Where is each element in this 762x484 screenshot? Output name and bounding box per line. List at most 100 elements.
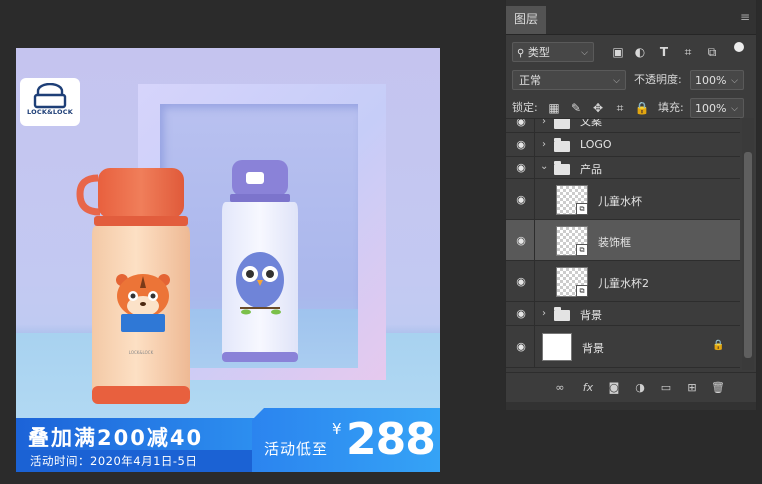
layer-name: LOGO: [580, 138, 612, 151]
layer-row-background-group[interactable]: ◉ › 背景: [506, 302, 740, 326]
layer-name: 儿童水杯: [598, 195, 642, 208]
purple-owl-bottle: [222, 160, 298, 362]
layer-name: 背景: [582, 342, 604, 355]
chevron-down-icon: ⌵: [613, 76, 620, 86]
promo-price: 288: [346, 414, 436, 465]
chevron-down-icon[interactable]: ⌄: [540, 161, 548, 172]
filter-adjustment-icon[interactable]: ◐: [632, 44, 648, 60]
layers-panel: 图层 ≡ ⚲ 类型 ⌵ ▣ ◐ T ⌗ ⧉ 正常 ⌵ 不透明度: 100% ⌵ …: [505, 0, 757, 410]
filter-text-icon[interactable]: T: [656, 44, 672, 60]
lock-row: 锁定: ▦ ✎ ✥ ⌗ 🔒 填充: 100% ⌵: [506, 96, 756, 120]
layer-row-kids-cup-2[interactable]: ◉ ⧉ 儿童水杯2: [506, 261, 740, 302]
filter-shape-icon[interactable]: ⌗: [680, 44, 696, 60]
folder-icon: [554, 119, 570, 129]
opacity-label: 不透明度:: [634, 73, 682, 86]
row-divider: [534, 326, 535, 367]
currency-symbol: ¥: [332, 420, 342, 438]
lock-transparent-icon[interactable]: ▦: [546, 100, 562, 116]
row-divider: [534, 119, 535, 132]
opacity-value: 100%: [695, 74, 727, 87]
chevron-down-icon: ⌵: [581, 48, 588, 58]
new-group-icon[interactable]: ▭: [658, 380, 674, 396]
filter-kind-value: 类型: [527, 46, 550, 59]
lock-logo-icon: [33, 83, 67, 109]
visibility-eye-icon[interactable]: ◉: [514, 275, 528, 289]
layer-name: 装饰框: [598, 236, 631, 249]
layer-thumbnail: ⧉: [556, 226, 588, 256]
lock-move-icon[interactable]: ✥: [590, 100, 606, 116]
row-divider: [534, 220, 535, 260]
visibility-eye-icon[interactable]: ◉: [514, 119, 528, 129]
fill-value: 100%: [695, 102, 727, 115]
smart-object-icon: ⧉: [576, 244, 588, 256]
layer-thumbnail: ⧉: [556, 185, 588, 215]
visibility-eye-icon[interactable]: ◉: [514, 193, 528, 207]
layer-name: 文案: [580, 118, 602, 128]
fx-icon[interactable]: fx: [580, 380, 596, 396]
promo-price-tag: 活动低至 ¥ 288: [252, 408, 440, 472]
layer-name: 儿童水杯2: [598, 277, 649, 290]
design-canvas[interactable]: LOCK&LOCK LOCK&LOCK 叠加满200减40 活动时间：2020年…: [16, 48, 440, 472]
brand-name: LOCK&LOCK: [27, 108, 73, 116]
row-divider: [534, 302, 535, 325]
layer-name: 背景: [580, 309, 602, 322]
layer-filter-row: ⚲ 类型 ⌵ ▣ ◐ T ⌗ ⧉: [506, 40, 756, 64]
lock-label: 锁定:: [512, 101, 538, 114]
tab-layers[interactable]: 图层: [506, 6, 546, 34]
lock-artboard-icon[interactable]: ⌗: [612, 100, 628, 116]
filter-toggle-icon[interactable]: [734, 42, 744, 52]
row-divider: [534, 133, 535, 156]
orange-thermos-bottle: LOCK&LOCK: [76, 168, 190, 404]
chevron-down-icon: ⌵: [731, 104, 738, 114]
bottle-brand-text: LOCK&LOCK: [129, 350, 154, 355]
visibility-eye-icon[interactable]: ◉: [514, 307, 528, 321]
layer-row-copy[interactable]: ◉ › 文案: [506, 118, 740, 133]
filter-pixel-icon[interactable]: ▣: [610, 44, 626, 60]
row-divider: [534, 261, 535, 301]
chevron-right-icon[interactable]: ›: [542, 119, 546, 127]
opacity-field[interactable]: 100% ⌵: [690, 70, 744, 90]
layer-thumbnail: [542, 333, 572, 361]
panel-header: 图层 ≡: [506, 0, 756, 35]
blend-mode-value: 正常: [519, 74, 541, 87]
add-mask-icon[interactable]: ◙: [606, 380, 622, 396]
row-divider: [534, 179, 535, 219]
promo-strip-left: 叠加满200减40 活动时间：2020年4月1日-5日: [16, 418, 256, 472]
visibility-eye-icon[interactable]: ◉: [514, 340, 528, 354]
panel-footer: ∞ fx ◙ ◑ ▭ ⊞ 🗑: [506, 372, 756, 403]
visibility-eye-icon[interactable]: ◉: [514, 234, 528, 248]
lock-paint-icon[interactable]: ✎: [568, 100, 584, 116]
chevron-right-icon[interactable]: ›: [542, 308, 546, 319]
visibility-eye-icon[interactable]: ◉: [514, 138, 528, 152]
panel-menu-icon[interactable]: ≡: [740, 11, 750, 23]
layer-row-decor-frame[interactable]: ◉ ⧉ 装饰框: [506, 220, 740, 261]
promo-subtitle: 活动时间：2020年4月1日-5日: [30, 454, 198, 468]
lock-icon: 🔒: [712, 340, 725, 351]
link-layers-icon[interactable]: ∞: [552, 380, 568, 396]
layer-name: 产品: [580, 163, 602, 176]
visibility-eye-icon[interactable]: ◉: [514, 161, 528, 175]
new-layer-icon[interactable]: ⊞: [684, 380, 700, 396]
chevron-down-icon: ⌵: [731, 76, 738, 86]
delete-layer-icon[interactable]: 🗑: [710, 380, 726, 396]
filter-smart-object-icon[interactable]: ⧉: [704, 44, 720, 60]
scrollbar-thumb[interactable]: [744, 152, 752, 358]
brand-logo: LOCK&LOCK: [20, 78, 80, 126]
promo-subtitle-bar: 活动时间：2020年4月1日-5日: [16, 450, 254, 472]
layer-thumbnail: ⧉: [556, 267, 588, 297]
filter-kind-dropdown[interactable]: ⚲ 类型 ⌵: [512, 42, 594, 62]
chevron-right-icon[interactable]: ›: [542, 139, 546, 150]
layer-row-kids-cup[interactable]: ◉ ⧉ 儿童水杯: [506, 179, 740, 220]
lock-all-icon[interactable]: 🔒: [634, 100, 650, 116]
folder-icon: [554, 161, 570, 175]
blend-row: 正常 ⌵ 不透明度: 100% ⌵: [506, 68, 756, 92]
adjustment-layer-icon[interactable]: ◑: [632, 380, 648, 396]
folder-icon: [554, 138, 570, 152]
search-icon: ⚲: [517, 48, 525, 59]
fill-field[interactable]: 100% ⌵: [690, 98, 744, 118]
blend-mode-dropdown[interactable]: 正常 ⌵: [512, 70, 626, 90]
fill-label: 填充:: [658, 101, 684, 114]
layer-row-product[interactable]: ◉ ⌄ 产品: [506, 157, 740, 179]
layer-row-logo[interactable]: ◉ › LOGO: [506, 133, 740, 157]
layer-row-background[interactable]: ◉ 背景 🔒: [506, 326, 740, 368]
